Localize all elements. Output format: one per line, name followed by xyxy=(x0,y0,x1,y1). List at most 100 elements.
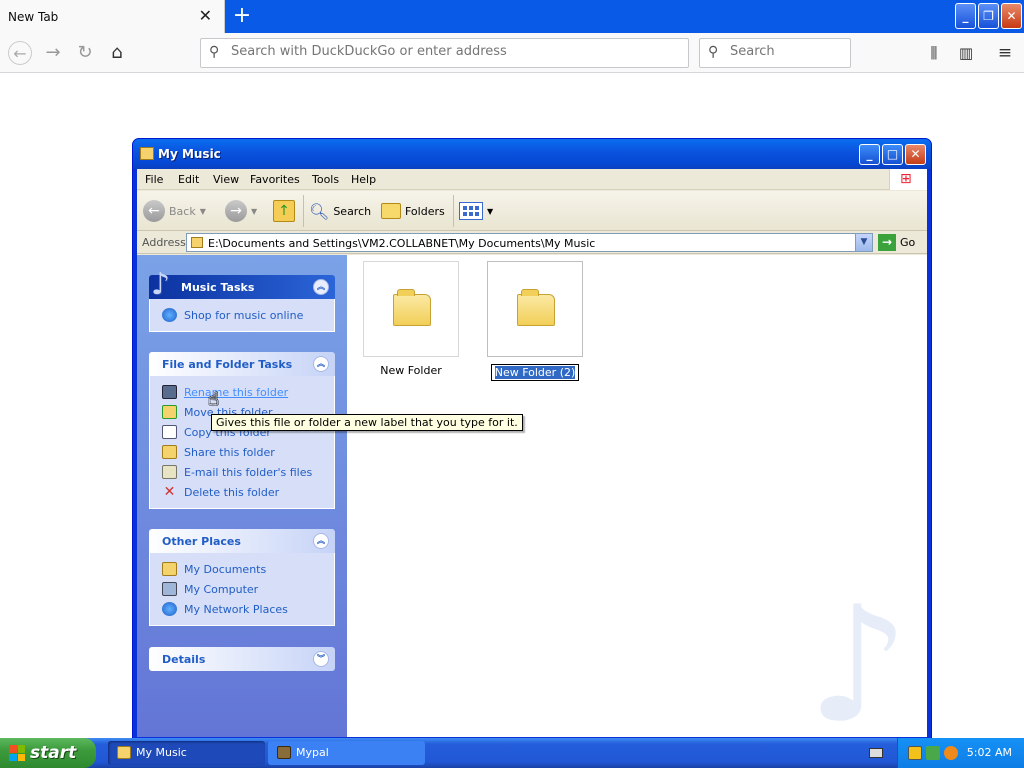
library-icon[interactable]: ⫼ xyxy=(923,42,945,64)
windows-flag-icon: ⊞ xyxy=(900,171,912,187)
close-icon[interactable]: ✕ xyxy=(905,144,926,165)
tab-title: New Tab xyxy=(8,10,59,24)
views-button[interactable]: ▼ xyxy=(459,199,493,223)
search-button[interactable]: 🔍︎ Search xyxy=(309,199,371,223)
chevron-down-icon[interactable]: ▼ xyxy=(855,234,872,251)
start-button[interactable]: start xyxy=(0,738,96,768)
search-label: Search xyxy=(333,204,372,218)
task-label: Share this folder xyxy=(184,445,275,459)
folder-item[interactable]: New Folder xyxy=(363,261,459,377)
browser-tab[interactable]: New Tab ✕ xyxy=(0,0,225,33)
taskbar-item-mypal[interactable]: Mypal xyxy=(268,741,425,765)
place-my-computer[interactable]: My Computer xyxy=(150,579,334,599)
menu-edit[interactable]: Edit xyxy=(178,173,199,186)
network-places-icon xyxy=(162,602,177,616)
windows-logo: ⊞ xyxy=(889,169,927,190)
menu-tools[interactable]: Tools xyxy=(312,173,339,186)
panel-title: File and Folder Tasks xyxy=(162,358,293,371)
folder-thumbnail xyxy=(363,261,459,357)
minimize-icon[interactable]: _ xyxy=(955,3,976,29)
other-places-body: My Documents My Computer My Network Plac… xyxy=(149,553,335,626)
explorer-window: My Music _ □ ✕ File Edit View Favorites … xyxy=(132,138,932,740)
folders-button[interactable]: Folders xyxy=(381,199,445,223)
system-tray: 5:02 AM xyxy=(897,738,1024,768)
folder-item[interactable]: New Folder (2) xyxy=(487,261,583,381)
views-icon xyxy=(459,202,483,220)
place-my-documents[interactable]: My Documents xyxy=(150,559,334,579)
folder-thumbnail xyxy=(487,261,583,357)
collapse-chevron-icon[interactable]: ︽ xyxy=(313,279,329,295)
collapse-chevron-icon[interactable]: ︽ xyxy=(313,356,329,372)
window-title-bar[interactable]: My Music _ □ ✕ xyxy=(133,139,931,169)
chevron-down-icon: ▼ xyxy=(487,206,494,216)
taskbar-item-my-music[interactable]: My Music xyxy=(108,741,265,765)
task-rename-folder[interactable]: Rename this folder xyxy=(150,382,334,402)
menu-help[interactable]: Help xyxy=(351,173,376,186)
minimize-icon[interactable]: _ xyxy=(859,144,880,165)
folder-icon xyxy=(393,289,431,326)
mypal-icon xyxy=(277,746,291,759)
keyboard-icon[interactable] xyxy=(869,748,883,758)
address-value: E:\Documents and Settings\VM2.COLLABNET\… xyxy=(208,237,596,250)
task-email-files[interactable]: E-mail this folder's files xyxy=(150,462,334,482)
panel-title: Other Places xyxy=(162,535,241,548)
forward-button[interactable]: → ▼ xyxy=(225,199,257,223)
task-label: Shop for music online xyxy=(184,308,304,322)
music-tasks-header[interactable]: ♪ Music Tasks ︽ xyxy=(149,267,335,302)
restore-icon[interactable]: ❐ xyxy=(978,3,999,29)
address-input[interactable]: E:\Documents and Settings\VM2.COLLABNET\… xyxy=(186,233,873,252)
task-shop-music-online[interactable]: Shop for music online xyxy=(150,305,334,325)
task-label: Rename this folder xyxy=(184,385,289,399)
expand-chevron-icon[interactable]: ︾ xyxy=(313,651,329,667)
reload-icon[interactable]: ↻ xyxy=(73,41,97,65)
panel-title: Details xyxy=(162,653,206,666)
window-title: My Music xyxy=(158,147,221,161)
hamburger-menu-icon[interactable]: ≡ xyxy=(994,42,1016,64)
place-my-network-places[interactable]: My Network Places xyxy=(150,599,334,619)
place-label: My Documents xyxy=(184,562,267,576)
copy-icon xyxy=(162,425,177,439)
go-label: Go xyxy=(900,236,916,249)
details-header[interactable]: Details ︾ xyxy=(149,647,335,671)
chevron-down-icon: ▼ xyxy=(199,206,206,216)
network-icon[interactable] xyxy=(926,746,940,760)
task-share-folder[interactable]: Share this folder xyxy=(150,442,334,462)
file-folder-tasks-header[interactable]: File and Folder Tasks ︽ xyxy=(149,352,335,376)
close-tab-icon[interactable]: ✕ xyxy=(199,8,212,24)
taskbar-item-label: My Music xyxy=(136,746,187,759)
back-arrow-icon[interactable]: ← xyxy=(8,41,32,65)
other-places-header[interactable]: Other Places ︽ xyxy=(149,529,335,553)
search-icon: ⚲ xyxy=(708,44,719,60)
task-delete-folder[interactable]: ✕ Delete this folder xyxy=(150,482,334,502)
panel-title: Music Tasks xyxy=(181,281,255,294)
toolbar-separator xyxy=(453,195,454,227)
url-bar[interactable]: ⚲ xyxy=(200,38,689,68)
address-bar: Address E:\Documents and Settings\VM2.CO… xyxy=(137,232,927,254)
go-button[interactable]: → Go xyxy=(878,234,915,251)
menu-file[interactable]: File xyxy=(145,173,163,186)
search-tray-icon[interactable] xyxy=(944,746,958,760)
collapse-chevron-icon[interactable]: ︽ xyxy=(313,533,329,549)
other-places-panel: Other Places ︽ My Documents My Computer … xyxy=(149,529,335,626)
music-note-watermark-icon: ♪ xyxy=(807,571,910,738)
folder-icon xyxy=(517,289,555,326)
share-icon xyxy=(162,445,177,459)
up-folder-button[interactable]: ↑ xyxy=(273,199,295,223)
forward-arrow-icon[interactable]: → xyxy=(41,41,65,65)
menu-favorites[interactable]: Favorites xyxy=(250,173,300,186)
url-input[interactable] xyxy=(231,44,671,59)
shield-icon[interactable] xyxy=(908,746,922,760)
maximize-icon[interactable]: □ xyxy=(882,144,903,165)
close-icon[interactable]: ✕ xyxy=(1001,3,1022,29)
menu-view[interactable]: View xyxy=(213,173,239,186)
search-bar[interactable]: ⚲ xyxy=(699,38,851,68)
home-icon[interactable]: ⌂ xyxy=(105,41,129,65)
search-input[interactable] xyxy=(730,44,840,59)
folder-name-edit-field[interactable]: New Folder (2) xyxy=(490,364,580,381)
sidebar-icon[interactable]: ▥ xyxy=(955,42,977,64)
new-tab-button[interactable]: + xyxy=(232,4,252,28)
back-button[interactable]: ← Back ▼ xyxy=(143,199,206,223)
folder-icon xyxy=(117,746,131,759)
place-label: My Computer xyxy=(184,582,259,596)
go-arrow-icon: → xyxy=(878,234,896,251)
